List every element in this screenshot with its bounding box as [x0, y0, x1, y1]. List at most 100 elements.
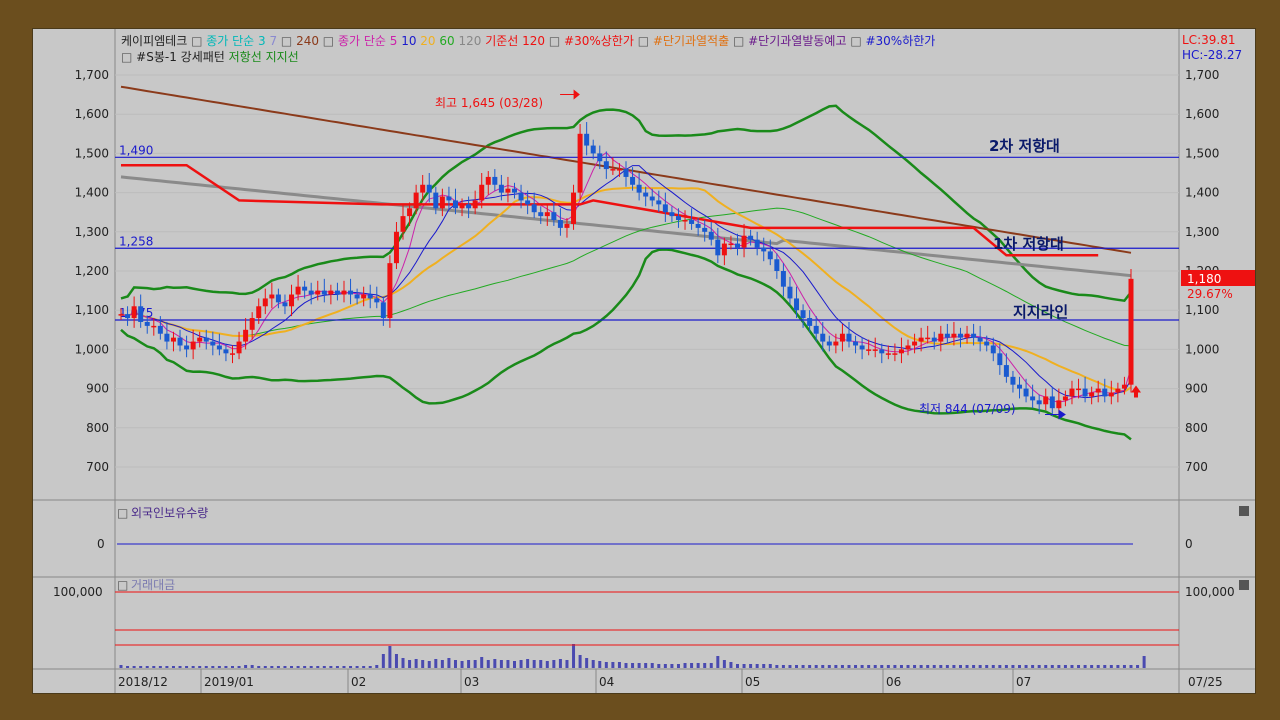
lc-value: LC:39.81 — [1182, 33, 1235, 47]
volume-bar — [1031, 665, 1035, 668]
volume-bar — [906, 665, 910, 668]
candle-body — [236, 341, 242, 354]
candle-body — [367, 294, 373, 299]
candle-body — [426, 184, 432, 193]
x-tick-label: 03 — [464, 675, 479, 689]
candle-body — [1003, 365, 1009, 377]
volume-bar — [1018, 665, 1022, 668]
y-tick-label: 1,300 — [75, 225, 109, 239]
volume-bar — [145, 666, 149, 668]
candle-body — [708, 231, 714, 240]
candle-body — [374, 298, 380, 303]
y-tick-label: 1,000 — [1185, 342, 1219, 356]
volume-bar — [276, 666, 280, 668]
candle-body — [820, 333, 826, 342]
support-label: 지지라인 — [1013, 303, 1068, 321]
candle-body — [984, 341, 990, 346]
y-tick-label: 1,100 — [75, 303, 109, 317]
panel-close-icon[interactable] — [1239, 580, 1249, 590]
y-tick-label: 1,200 — [75, 264, 109, 278]
candle-body — [833, 341, 839, 346]
stock-chart: 1,4901,2581,075 1,7001,7001,6001,6001,50… — [33, 29, 1255, 693]
volume-bar — [762, 664, 766, 668]
volume-bar — [198, 666, 202, 668]
volume-bar — [795, 665, 799, 668]
volume-bar — [808, 665, 812, 668]
volume-bar — [709, 663, 713, 668]
volume-bar — [1122, 665, 1126, 668]
candle-body — [433, 192, 439, 209]
candle-body — [656, 200, 662, 205]
candle-body — [938, 333, 944, 342]
y-tick-label: 1,600 — [75, 107, 109, 121]
volume-bar — [355, 666, 359, 668]
volume-bar — [165, 666, 169, 668]
y-tick-label: 1,500 — [1185, 146, 1219, 160]
candle-body — [387, 263, 393, 319]
candle-body — [328, 290, 334, 295]
y-tick-label: 800 — [86, 421, 109, 435]
volume-bar — [493, 659, 497, 668]
volume-bar — [171, 666, 175, 668]
candle-body — [590, 145, 596, 154]
candle-body — [472, 200, 478, 209]
candle-body — [721, 243, 727, 256]
legend-item: □ — [545, 34, 560, 48]
candle-body — [341, 290, 347, 295]
candle-body — [794, 298, 800, 311]
legend-item: 60 — [436, 34, 455, 48]
volume-bar — [735, 664, 739, 668]
candle-body — [557, 220, 563, 228]
volume-bar — [381, 654, 385, 668]
candle-body — [990, 345, 996, 354]
volume-bar — [617, 662, 621, 668]
candle-body — [243, 329, 249, 342]
legend-item: □ — [187, 34, 202, 48]
volume-bar — [506, 660, 510, 668]
candle-body — [879, 349, 885, 354]
volume-bar — [749, 664, 753, 668]
volume-bar — [1070, 665, 1074, 668]
volume-bar — [775, 665, 779, 668]
candle-body — [334, 290, 340, 295]
volume-bar — [473, 660, 477, 668]
candle-body — [898, 349, 904, 354]
volume-bar — [1050, 665, 1054, 668]
candle-body — [1056, 400, 1062, 409]
volume-bar — [224, 666, 228, 668]
volume-bar — [932, 665, 936, 668]
legend-item: 7 — [266, 34, 277, 48]
volume-bar — [939, 665, 943, 668]
candle-body — [308, 290, 314, 295]
candle-body — [649, 196, 655, 201]
candle-body — [1095, 388, 1101, 393]
volume-bar — [611, 662, 615, 668]
candle-body — [754, 239, 760, 248]
candle-body — [413, 192, 419, 209]
candle-body — [479, 184, 485, 201]
volume-bar — [604, 662, 608, 668]
volume-bar — [283, 666, 287, 668]
volume-bar — [827, 665, 831, 668]
volume-panel-marker: □ — [117, 578, 128, 592]
x-tick-label: 04 — [599, 675, 614, 689]
candle-body — [774, 259, 780, 271]
volume-bar — [978, 665, 982, 668]
legend-item: □ — [319, 34, 334, 48]
candle-body — [531, 204, 537, 213]
candle-body — [269, 294, 275, 299]
y-tick-label: 1,700 — [1185, 68, 1219, 82]
candle-body — [144, 321, 150, 326]
panel-close-icon[interactable] — [1239, 506, 1249, 516]
candle-body — [951, 333, 957, 338]
volume-bar — [690, 663, 694, 668]
y-tick-label: 1,000 — [75, 342, 109, 356]
volume-bar — [394, 654, 398, 668]
volume-bar — [329, 666, 333, 668]
candle-body — [1108, 392, 1114, 397]
candle-body — [1089, 392, 1095, 397]
volume-bar — [670, 664, 674, 668]
volume-bar — [991, 665, 995, 668]
volume-bar — [624, 663, 628, 668]
candle-body — [157, 325, 163, 334]
